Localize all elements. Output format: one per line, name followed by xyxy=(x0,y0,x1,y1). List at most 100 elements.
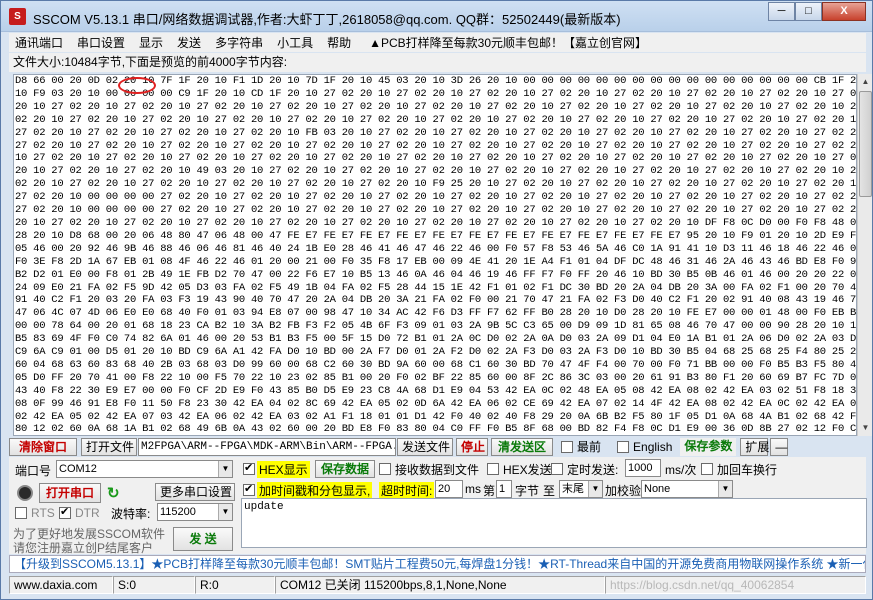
hex-data-line: F0 3E F8 2D 1A 67 EB 01 08 4F 46 22 46 0… xyxy=(15,255,857,268)
send-button[interactable]: 发 送 xyxy=(173,527,233,551)
recv-to-file-checkbox[interactable] xyxy=(379,463,391,475)
port-status-led-icon xyxy=(17,485,33,501)
more-port-settings-button[interactable]: 更多串口设置 xyxy=(155,483,235,501)
hex-display-checkbox[interactable] xyxy=(243,461,255,475)
scroll-up-icon[interactable]: ▲ xyxy=(858,74,873,90)
byte-end-select[interactable]: 末尾 ▼ xyxy=(559,480,603,498)
chevron-down-icon: ▼ xyxy=(218,461,232,477)
baud-value: 115200 xyxy=(160,506,196,518)
byte-start-input[interactable]: 1 xyxy=(496,480,512,498)
window-title: SSCOM V5.13.1 串口/网络数据调试器,作者:大虾丁丁,2618058… xyxy=(33,12,621,27)
add-newline-label: 加回车换行 xyxy=(717,463,778,477)
hex-data-line: 27 02 20 10 27 02 20 10 27 02 20 10 27 0… xyxy=(15,126,857,139)
status-recv-count: R:0 xyxy=(195,576,275,594)
hex-data-line: 00 00 78 64 00 20 01 68 18 23 CA B2 10 3… xyxy=(15,320,857,333)
clear-window-button[interactable]: 清除窗口 xyxy=(9,437,77,456)
hex-data-line: 02 20 10 27 02 20 10 27 02 20 10 27 02 2… xyxy=(15,113,857,126)
hex-data-line: 43 40 F8 22 30 E9 E7 00 00 F0 CF 2D E9 F… xyxy=(15,384,857,397)
add-newline-checkbox[interactable] xyxy=(701,463,713,475)
english-checkbox[interactable] xyxy=(617,440,630,453)
scroll-down-icon[interactable]: ▼ xyxy=(858,420,873,436)
byte-label: 字节 xyxy=(515,484,540,498)
open-file-button[interactable]: 打开文件 xyxy=(81,437,137,456)
menu-serial-settings[interactable]: 串口设置 xyxy=(71,34,131,51)
expand-button[interactable]: 扩展 xyxy=(740,437,769,456)
hex-data-line: 47 06 4C 07 4D 06 E0 E0 68 40 F0 01 03 9… xyxy=(15,307,857,320)
news-ticker[interactable]: 【升级到SSCOM5.13.1】★PCB打样降至每款30元顺丰包邮！SMT贴片工… xyxy=(9,555,866,573)
menu-display[interactable]: 显示 xyxy=(133,34,169,51)
port-value: COM12 xyxy=(59,463,97,475)
byte-no-label: 第 xyxy=(483,484,496,498)
status-sent-count: S:0 xyxy=(113,576,195,594)
scroll-thumb[interactable] xyxy=(859,91,872,197)
checksum-value: None xyxy=(644,483,671,495)
red-circle-annotation xyxy=(118,77,156,94)
title-bar[interactable]: S SSCOM V5.13.1 串口/网络数据调试器,作者:大虾丁丁,26180… xyxy=(1,1,872,32)
hex-data-line: 20 10 27 02 20 10 27 02 20 10 49 03 20 1… xyxy=(15,165,857,178)
port-select[interactable]: COM12 ▼ xyxy=(56,460,233,478)
hex-data-line: 80 12 02 60 0A 68 1A B1 02 68 49 6B 0A 4… xyxy=(15,423,857,436)
menu-help[interactable]: 帮助 xyxy=(321,34,357,51)
refresh-icon[interactable]: ↻ xyxy=(107,484,120,502)
promo-line-2: 请您注册嘉立创P结尾客户 xyxy=(13,541,154,555)
close-button[interactable]: X xyxy=(822,2,866,21)
status-watermark: https://blog.csdn.net/qq_40062854 xyxy=(605,576,866,594)
topmost-label: 最前 xyxy=(577,440,602,454)
hex-send-checkbox[interactable] xyxy=(487,463,499,475)
hex-data-line: 60 04 68 63 60 83 68 40 2B 03 68 03 D0 9… xyxy=(15,358,857,371)
hex-data-line: 20 10 27 02 20 10 27 02 20 10 27 02 20 1… xyxy=(15,100,857,113)
to-label: 至 xyxy=(543,484,556,498)
file-path-input[interactable]: M2FPGA\ARM--FPGA\MDK-ARM\Bin\ARM--FPGA.b… xyxy=(138,437,396,456)
receive-data-area[interactable]: D8 66 00 20 0D 02 20 10 7F 1F 20 10 F1 1… xyxy=(13,74,857,436)
send-text-area[interactable]: update xyxy=(241,498,867,548)
recv-to-file-label: 接收数据到文件 xyxy=(395,463,480,477)
hex-data-line: 08 0F 99 46 91 E8 F0 11 50 F8 23 30 42 E… xyxy=(15,397,857,410)
menu-promo-link[interactable]: ▲PCB打样降至每款30元顺丰包邮！【嘉立创官网】 xyxy=(369,34,647,51)
open-port-button[interactable]: 打开串口 xyxy=(39,483,101,503)
menu-send[interactable]: 发送 xyxy=(171,34,207,51)
port-settings-panel: 端口号 COM12 ▼ 打开串口 ↻ 更多串口设置 RTS DTR 波特率: 1… xyxy=(9,457,237,555)
menu-multi-string[interactable]: 多字符串 xyxy=(209,34,269,51)
baud-label: 波特率: xyxy=(111,507,151,521)
timed-unit-label: ms/次 xyxy=(665,463,697,477)
dtr-checkbox[interactable] xyxy=(59,505,71,519)
minimize-button[interactable]: ─ xyxy=(768,2,795,21)
timestamp-checkbox[interactable] xyxy=(243,482,255,496)
timed-interval-input[interactable]: 1000 xyxy=(625,459,661,477)
options-panel: HEX显示 保存数据 接收数据到文件 HEX发送 定时发送: 1000 ms/次… xyxy=(237,457,867,554)
chevron-down-icon: ▼ xyxy=(588,481,602,497)
checksum-select[interactable]: None ▼ xyxy=(641,480,733,498)
hex-data-line: 05 D0 FF 20 70 41 00 F8 22 10 00 F5 70 2… xyxy=(15,371,857,384)
hex-data-line: 24 09 E0 21 FA 02 F5 9D 42 05 D3 03 FA 0… xyxy=(15,281,857,294)
hex-data-line: B5 83 69 4F F0 C0 74 82 6A 01 46 00 20 5… xyxy=(15,333,857,346)
hex-data-line: C9 6A C9 01 00 D5 01 20 10 BD C9 6A A1 4… xyxy=(15,346,857,359)
rts-checkbox[interactable] xyxy=(15,507,27,519)
hex-data-line: 05 46 00 20 92 46 9B 46 88 46 06 46 81 4… xyxy=(15,242,857,255)
checksum-label: 加校验 xyxy=(605,484,642,498)
send-file-button[interactable]: 发送文件 xyxy=(397,437,453,456)
dtr-label: DTR xyxy=(75,506,100,520)
hex-data-line: 02 20 10 27 02 20 10 27 02 20 10 27 02 2… xyxy=(15,178,857,191)
collapse-button[interactable]: — xyxy=(770,437,789,456)
menu-tools[interactable]: 小工具 xyxy=(271,34,319,51)
save-data-button[interactable]: 保存数据 xyxy=(315,460,375,478)
hex-data-line: 27 02 20 10 00 00 00 00 27 02 20 10 27 0… xyxy=(15,191,857,204)
app-icon: S xyxy=(9,8,26,25)
maximize-button[interactable]: □ xyxy=(795,2,822,21)
timeout-input[interactable]: 20 xyxy=(435,480,463,498)
clear-send-area-button[interactable]: 清发送区 xyxy=(491,437,553,456)
timeout-label: 超时时间: xyxy=(379,482,435,499)
baud-select[interactable]: 115200 ▼ xyxy=(157,503,233,521)
timed-send-checkbox[interactable] xyxy=(551,463,563,475)
hex-send-label: HEX发送 xyxy=(503,463,552,477)
topmost-checkbox[interactable] xyxy=(561,440,573,453)
hex-data-line: 91 40 C2 F1 20 03 20 FA 03 F3 19 43 90 4… xyxy=(15,294,857,307)
hex-display-label: HEX显示 xyxy=(257,461,310,478)
hex-data-line: 28 20 10 D8 68 00 20 06 48 80 47 06 48 0… xyxy=(15,229,857,242)
status-url[interactable]: www.daxia.com xyxy=(9,576,113,594)
stop-button[interactable]: 停止 xyxy=(456,437,488,456)
vertical-scrollbar[interactable]: ▲ ▼ xyxy=(857,74,872,436)
file-info: 文件大小:10484字节,下面是预览的前4000字节内容: xyxy=(9,53,866,72)
save-params-button[interactable]: 保存参数 xyxy=(680,437,737,456)
menu-comm-port[interactable]: 通讯端口 xyxy=(9,34,69,51)
